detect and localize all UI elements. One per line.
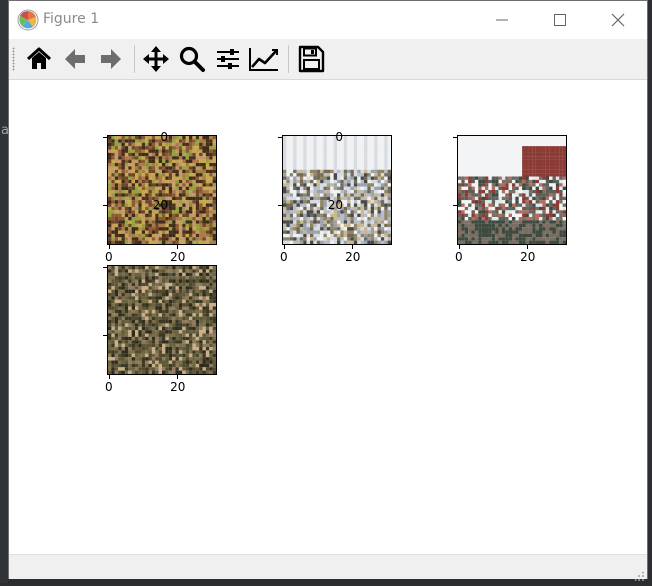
x-tick-mark [108, 375, 110, 379]
x-tick-label: 20 [345, 250, 361, 264]
navigation-toolbar [9, 39, 647, 80]
x-tick-label: 0 [105, 250, 113, 264]
x-tick-label: 20 [520, 250, 536, 264]
home-button[interactable] [22, 43, 56, 75]
image-axes [457, 135, 567, 245]
pan-button[interactable] [139, 43, 173, 75]
maximize-icon [554, 14, 566, 26]
y-tick-mark [103, 266, 107, 268]
x-tick-mark [177, 245, 179, 249]
y-tick-mark [453, 205, 457, 207]
image-axes [107, 265, 217, 375]
toolbar-separator [134, 45, 135, 73]
title-bar[interactable]: Figure 1 [9, 1, 647, 39]
maximize-button[interactable] [537, 7, 583, 33]
x-tick-label: 20 [170, 250, 186, 264]
floppy-disk-icon [298, 45, 325, 73]
configure-subplots-button[interactable] [211, 43, 245, 75]
x-tick-mark [108, 245, 110, 249]
image-axes [107, 135, 217, 245]
x-tick-mark [177, 375, 179, 379]
forward-button[interactable] [94, 43, 128, 75]
x-tick-label: 0 [455, 250, 463, 264]
magnifier-icon [179, 46, 205, 72]
dump-truck-image [458, 136, 566, 244]
figure-window: Figure 1 0 20 0 20 0 20 0 20 0 20 0 20 [8, 0, 648, 581]
x-tick-mark [458, 245, 460, 249]
background-editor-strip [0, 0, 8, 583]
x-tick-label: 20 [170, 380, 186, 394]
window-title: Figure 1 [43, 11, 100, 27]
y-tick-mark [103, 335, 107, 337]
minimize-button[interactable] [479, 7, 525, 33]
y-tick-label: 0 [160, 129, 168, 144]
close-button[interactable] [595, 7, 641, 33]
y-tick-label: 20 [152, 198, 168, 213]
zoom-button[interactable] [175, 43, 209, 75]
y-tick-mark [278, 205, 282, 207]
y-tick-mark [453, 136, 457, 138]
toolbar-separator [288, 45, 289, 73]
minimize-icon [496, 19, 508, 21]
x-tick-mark [352, 245, 354, 249]
status-bar [9, 554, 647, 581]
arrow-left-icon [65, 49, 85, 69]
y-tick-label: 0 [335, 129, 343, 144]
x-tick-mark [527, 245, 529, 249]
back-button[interactable] [58, 43, 92, 75]
y-tick-label: 20 [327, 198, 343, 213]
x-tick-mark [283, 245, 285, 249]
x-tick-label: 0 [280, 250, 288, 264]
edit-axes-button[interactable] [247, 43, 281, 75]
arrow-right-icon [101, 49, 121, 69]
y-tick-mark [278, 136, 282, 138]
truck-image [283, 136, 391, 244]
matplotlib-logo-icon [17, 9, 39, 31]
image-axes [282, 135, 392, 245]
y-tick-mark [103, 205, 107, 207]
frog-image [108, 136, 216, 244]
toolbar-grip[interactable] [12, 47, 15, 71]
save-button[interactable] [294, 43, 328, 75]
deer-image [108, 266, 216, 374]
line-chart-icon [249, 48, 278, 71]
home-icon [26, 47, 52, 69]
sliders-icon [217, 49, 239, 69]
y-tick-mark [103, 136, 107, 138]
move-icon [143, 46, 169, 72]
resize-grip-icon[interactable] [634, 567, 645, 581]
close-icon [611, 13, 625, 27]
figure-canvas[interactable]: 020020020020020020020020 [9, 80, 647, 554]
x-tick-label: 0 [105, 380, 113, 394]
